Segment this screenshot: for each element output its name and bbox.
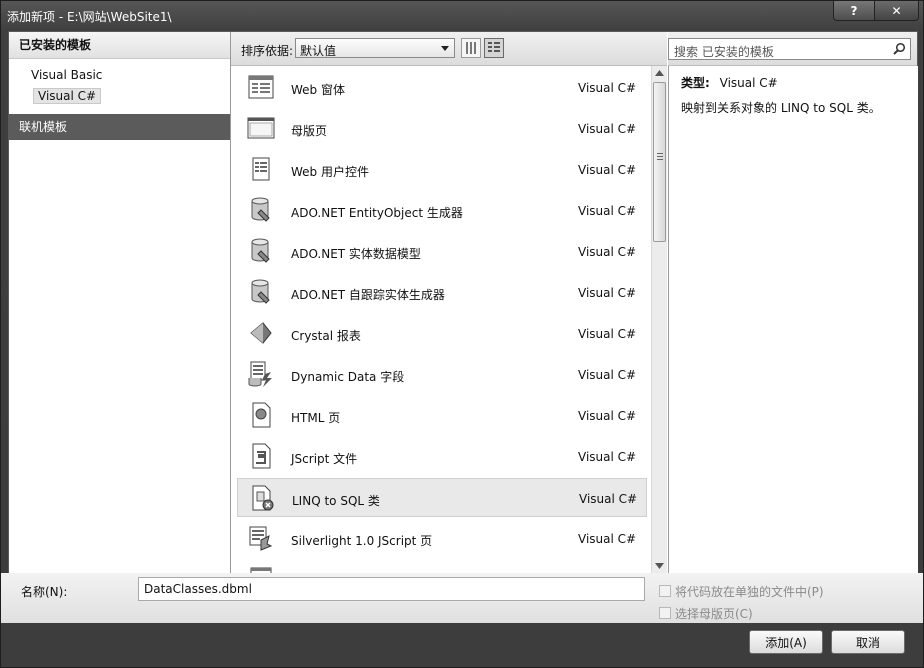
grip-icon	[657, 153, 663, 160]
detail-type-label: 类型:	[681, 76, 710, 90]
web-form-icon	[248, 75, 274, 99]
template-language: Visual C#	[578, 532, 637, 546]
select-master-page-checkbox	[659, 607, 671, 619]
web-form-icon	[250, 567, 272, 573]
database-icon	[251, 197, 270, 222]
template-name: Silverlight 1.0 JScript 页	[291, 534, 433, 548]
user-control-icon	[252, 157, 270, 181]
detail-type: 类型: Visual C#	[681, 74, 778, 91]
crystal-report-icon	[250, 322, 272, 344]
template-language: Visual C#	[578, 163, 637, 177]
detail-type-value: Visual C#	[719, 76, 778, 90]
name-input[interactable]: DataClasses.dbml	[138, 577, 645, 601]
installed-templates-header[interactable]: 已安装的模板	[9, 32, 230, 59]
sort-toolbar: 排序依据: 默认值	[231, 32, 667, 66]
template-row-partial[interactable]	[237, 560, 647, 573]
template-language: Visual C#	[579, 492, 638, 506]
template-name: HTML 页	[291, 411, 341, 425]
template-row-silverlight-jscript-page[interactable]: Silverlight 1.0 JScript 页 Visual C#	[237, 519, 647, 558]
dialog-footer: 添加(A) 取消	[1, 623, 923, 667]
template-details-pane: 类型: Visual C# 映射到关系对象的 LINQ to SQL 类。	[668, 66, 918, 573]
template-language: Visual C#	[578, 327, 637, 341]
help-button[interactable]: ?	[833, 1, 875, 21]
html-page-icon	[252, 402, 271, 428]
cancel-button[interactable]: 取消	[831, 630, 905, 654]
template-name: JScript 文件	[291, 452, 358, 466]
template-language: Visual C#	[578, 204, 637, 218]
detail-description: 映射到关系对象的 LINQ to SQL 类。	[681, 101, 881, 115]
add-new-item-dialog: 添加新项 - E:\网站\WebSite1\ ? ✕ 已安装的模板 Visual…	[0, 0, 924, 668]
sort-by-dropdown[interactable]: 默认值	[295, 38, 455, 58]
template-row-master-page[interactable]: 母版页 Visual C#	[237, 109, 647, 148]
chevron-down-icon	[441, 46, 449, 51]
template-name: ADO.NET 实体数据模型	[291, 247, 421, 261]
template-row-linq-to-sql[interactable]: LINQ to SQL 类 Visual C#	[237, 478, 647, 517]
template-name: Web 窗体	[291, 83, 345, 97]
template-language: Visual C#	[578, 286, 637, 300]
template-row-html-page[interactable]: HTML 页 Visual C#	[237, 396, 647, 435]
silverlight-icon	[249, 526, 273, 551]
close-button[interactable]: ✕	[875, 1, 919, 21]
template-categories-pane: 已安装的模板 Visual Basic Visual C# 联机模板	[9, 32, 231, 573]
separate-code-file-label: 将代码放在单独的文件中(P)	[675, 585, 824, 599]
name-area: 名称(N): DataClasses.dbml 将代码放在单独的文件中(P) 选…	[1, 573, 923, 623]
sort-by-label: 排序依据:	[241, 44, 294, 58]
template-name: Dynamic Data 字段	[291, 370, 405, 384]
name-label: 名称(N):	[21, 585, 68, 599]
dialog-content: 已安装的模板 Visual Basic Visual C# 联机模板 排序依据:…	[8, 31, 918, 574]
template-name: 母版页	[291, 124, 328, 138]
template-row-self-tracking-entity-generator[interactable]: ADO.NET 自跟踪实体生成器 Visual C#	[237, 273, 647, 312]
template-list: Web 窗体 Visual C# 母版页 Visual C# Web 用户控件 …	[231, 66, 651, 573]
template-row-entityobject-generator[interactable]: ADO.NET EntityObject 生成器 Visual C#	[237, 191, 647, 230]
select-master-page-label: 选择母版页(C)	[675, 607, 753, 621]
template-language: Visual C#	[578, 245, 637, 259]
template-language: Visual C#	[578, 368, 637, 382]
add-button[interactable]: 添加(A)	[749, 630, 823, 654]
linq-to-sql-icon	[252, 485, 274, 511]
search-bar: 搜索 已安装的模板	[668, 32, 917, 66]
scroll-up-icon[interactable]	[655, 70, 664, 76]
sort-by-value: 默认值	[300, 44, 337, 58]
template-row-dynamic-data-field[interactable]: Dynamic Data 字段 Visual C#	[237, 355, 647, 394]
separate-code-file-checkbox	[659, 585, 671, 597]
scroll-down-icon[interactable]	[655, 563, 664, 569]
template-row-web-user-control[interactable]: Web 用户控件 Visual C#	[237, 150, 647, 189]
template-name: ADO.NET 自跟踪实体生成器	[291, 288, 445, 302]
search-icon[interactable]	[892, 42, 906, 56]
template-language: Visual C#	[578, 450, 637, 464]
template-list-scrollbar[interactable]	[651, 66, 667, 573]
template-language: Visual C#	[578, 122, 637, 136]
small-icons-view-button[interactable]	[484, 38, 504, 58]
template-name: ADO.NET EntityObject 生成器	[291, 206, 463, 220]
database-icon	[251, 238, 270, 263]
online-templates-item[interactable]: 联机模板	[9, 114, 230, 140]
template-row-crystal-report[interactable]: Crystal 报表 Visual C#	[237, 314, 647, 353]
template-row-jscript-file[interactable]: JScript 文件 Visual C#	[237, 437, 647, 476]
grid-view-icon	[466, 42, 476, 54]
template-row-web-form[interactable]: Web 窗体 Visual C#	[237, 68, 647, 107]
template-name: LINQ to SQL 类	[292, 494, 380, 508]
search-input[interactable]: 搜索 已安装的模板	[668, 38, 911, 60]
template-row-entity-data-model[interactable]: ADO.NET 实体数据模型 Visual C#	[237, 232, 647, 271]
medium-icons-view-button[interactable]	[461, 38, 481, 58]
template-name: Web 用户控件	[291, 165, 369, 179]
list-view-icon	[488, 42, 500, 52]
scrollbar-thumb[interactable]	[653, 82, 666, 242]
template-language: Visual C#	[578, 409, 637, 423]
dynamic-data-icon	[248, 361, 272, 387]
category-visual-csharp[interactable]: Visual C#	[33, 88, 102, 104]
master-page-icon	[247, 117, 275, 139]
title-bar: 添加新项 - E:\网站\WebSite1\ ? ✕	[1, 1, 923, 31]
database-icon	[251, 279, 270, 304]
jscript-file-icon	[252, 443, 271, 469]
search-placeholder: 搜索 已安装的模板	[674, 45, 774, 59]
template-name: Crystal 报表	[291, 329, 361, 343]
window-title: 添加新项 - E:\网站\WebSite1\	[7, 10, 172, 24]
category-visual-basic[interactable]: Visual Basic	[31, 68, 102, 82]
template-language: Visual C#	[578, 81, 637, 95]
